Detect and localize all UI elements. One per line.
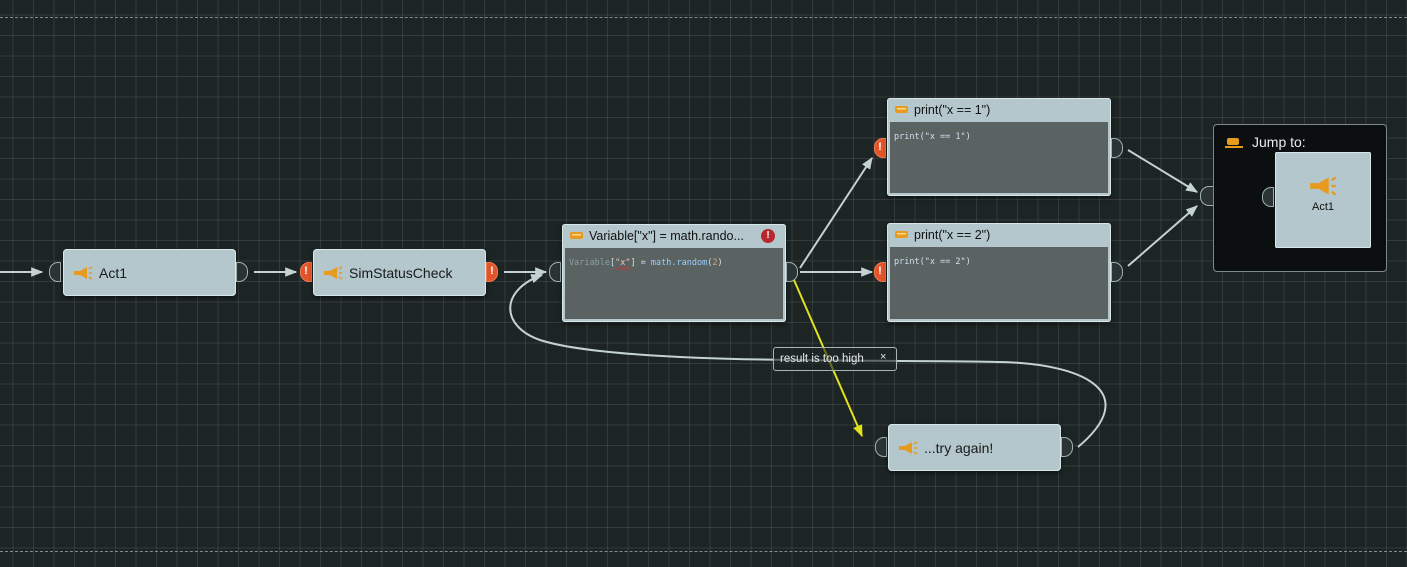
print1-code-area[interactable]: print("x == 1") [890, 122, 1108, 193]
simstatus-input-error-port[interactable]: ! [300, 262, 312, 282]
act1-label: Act1 [99, 264, 128, 281]
tryagain-node[interactable]: ...try again! [888, 424, 1061, 471]
tryagain-label: ...try again! [924, 439, 994, 456]
condition-text: result is too high [780, 353, 864, 365]
megaphone-icon [899, 440, 918, 455]
megaphone-icon [1310, 176, 1337, 196]
script-icon [895, 106, 908, 113]
print1-script-node[interactable]: print("x == 1") print("x == 1") [887, 98, 1111, 196]
act1-input-port[interactable] [49, 262, 61, 282]
condition-label[interactable]: result is too high × [773, 347, 897, 371]
jump-target-input-port[interactable] [1262, 187, 1274, 207]
variable-script-node[interactable]: Variable["x"] = math.rando... ! Variable… [562, 224, 786, 322]
jump-target-node[interactable]: Act1 [1275, 152, 1371, 248]
print2-title: print("x == 2") [914, 228, 991, 242]
variable-code-area[interactable]: Variable["x"] = math.random(2) [565, 248, 783, 319]
condition-close-icon[interactable]: × [880, 351, 886, 363]
tryagain-input-port[interactable] [875, 437, 887, 457]
warning-badge[interactable]: ! [761, 229, 775, 243]
print2-input-error-port[interactable]: ! [874, 262, 886, 282]
print1-input-error-port[interactable]: ! [874, 138, 886, 158]
script-icon [895, 231, 908, 238]
print1-title: print("x == 1") [914, 103, 991, 117]
jump-icon [1225, 138, 1243, 148]
megaphone-icon [74, 265, 93, 280]
link-print1-jump [1127, 149, 1199, 193]
print2-code-area[interactable]: print("x == 2") [890, 247, 1108, 319]
script-icon [570, 232, 583, 239]
print2-code: print("x == 2") [894, 257, 971, 267]
act1-node[interactable]: Act1 [63, 249, 236, 296]
megaphone-icon [324, 265, 343, 280]
jump-target-label: Act1 [1311, 201, 1334, 213]
variable-input-port[interactable] [549, 262, 561, 282]
link-print2-jump [1127, 205, 1198, 267]
jump-to-node[interactable]: Jump to: Act1 [1213, 124, 1387, 272]
simstatuscheck-label: SimStatusCheck [349, 264, 453, 281]
simstatuscheck-node[interactable]: SimStatusCheck [313, 249, 486, 296]
link-variable-print1 [799, 156, 873, 269]
print2-script-node[interactable]: print("x == 2") print("x == 2") [887, 223, 1111, 322]
jump-title: Jump to: [1252, 134, 1306, 150]
variable-code: Variable["x"] = math.random(2) [569, 258, 723, 268]
print1-code: print("x == 1") [894, 132, 971, 142]
variable-title: Variable["x"] = math.rando... [589, 229, 744, 243]
